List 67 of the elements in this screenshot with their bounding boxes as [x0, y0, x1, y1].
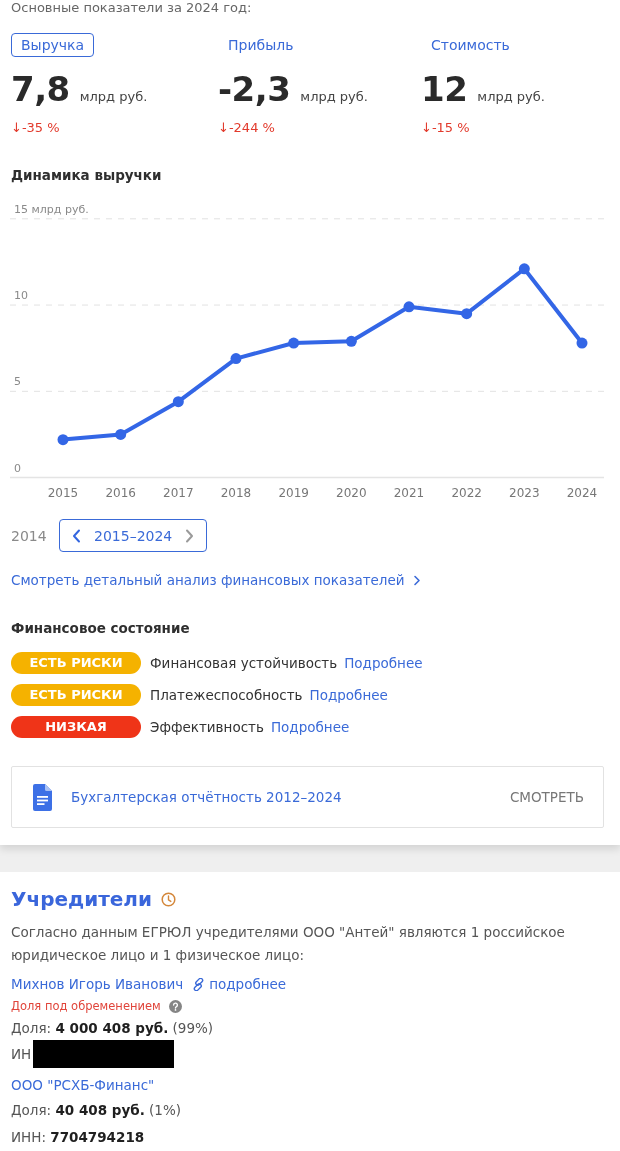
metric-unit: млрд руб.: [79, 89, 148, 104]
details-link[interactable]: Подробнее: [344, 655, 423, 671]
chart-title: Динамика выручки: [11, 167, 163, 183]
document-icon: [33, 783, 52, 811]
clock-icon: [161, 891, 176, 907]
period-option[interactable]: 2014: [11, 527, 59, 544]
axis-label: 2020: [336, 486, 367, 500]
status-badge: НИЗКАЯ: [11, 716, 141, 738]
inn-text: ИН: [11, 1046, 32, 1062]
status-badge: ЕСТЬ РИСКИ: [11, 684, 141, 706]
metric-change: ↓-35 %: [11, 119, 61, 137]
section-heading: Финансовое состояние: [11, 619, 191, 637]
metric-value: 7,8: [11, 69, 70, 109]
data-point: [172, 396, 184, 408]
view-button[interactable]: СМОТРЕТЬ: [509, 789, 584, 805]
encumbrance-note: Доля под обременением: [11, 999, 161, 1013]
axis-label: 2019: [278, 486, 309, 500]
data-point: [115, 428, 127, 440]
details-link[interactable]: Подробнее: [309, 687, 388, 703]
axis-label: 2016: [105, 486, 136, 500]
metric-tab[interactable]: Выручка: [11, 33, 95, 57]
details-link[interactable]: Подробнее: [270, 719, 350, 735]
axis-label: 2023: [509, 486, 540, 500]
link-icon[interactable]: [192, 977, 206, 991]
data-point: [230, 353, 242, 365]
data-point: [461, 308, 473, 320]
report-link[interactable]: Бухгалтерская отчётность 2012–2024: [71, 789, 342, 805]
metric-unit: млрд руб.: [477, 89, 545, 104]
axis-label: 5: [14, 375, 21, 389]
indicator-name: Эффективность: [150, 719, 264, 735]
founders-description: Согласно данным ЕГРЮЛ учредителями ООО "Антей" являются 1 российское юридическое лицо и 1 физическое лицо:: [11, 923, 566, 965]
axis-label: 2021: [393, 486, 425, 500]
axis-label: 2022: [451, 486, 482, 500]
detail-link[interactable]: Смотреть детальный анализ финансовых показателей: [11, 572, 405, 588]
data-point: [57, 434, 69, 446]
more-link[interactable]: подробнее: [209, 976, 287, 992]
share-text: Доля: 4 000 408 руб. (99%): [11, 1019, 215, 1038]
data-point: [403, 301, 415, 313]
axis-label: 2018: [220, 486, 252, 500]
metric-unit: млрд руб.: [300, 89, 368, 104]
axis-label: 15 млрд руб.: [14, 202, 89, 216]
data-point: [518, 263, 530, 275]
section-title: Учредители: [11, 886, 152, 912]
section-heading: Основные показатели за 2024 год:: [11, 0, 253, 16]
chevron-left-icon[interactable]: [72, 528, 81, 543]
axis-label: 2015: [47, 486, 79, 500]
status-badge: ЕСТЬ РИСКИ: [11, 652, 141, 674]
metric-value: 12: [421, 69, 468, 109]
data-point: [345, 335, 357, 347]
metric-change: ↓-15 %: [421, 119, 471, 137]
data-point: [288, 337, 300, 349]
indicator-name: Платежеспособность: [150, 687, 303, 703]
axis-label: 2024: [566, 486, 598, 500]
metric-change: ↓-244 %: [218, 119, 276, 137]
chevron-right-icon[interactable]: [412, 574, 421, 586]
data-point: [576, 337, 588, 349]
metric-value: -2,3: [218, 69, 291, 109]
axis-label: 2017: [163, 486, 194, 500]
inn-text: ИНН: 7704794218: [11, 1128, 145, 1145]
help-icon[interactable]: [168, 999, 182, 1013]
period-label: 2015–2024: [94, 527, 173, 544]
founder-link[interactable]: Михнов Игорь Иванович: [11, 976, 184, 992]
founder-link[interactable]: ООО "РСХБ-Финанс": [11, 1077, 155, 1093]
share-text: Доля: 40 408 руб. (1%): [11, 1101, 183, 1120]
indicator-name: Финансовая устойчивость: [150, 655, 338, 671]
axis-label: 0: [14, 461, 21, 475]
axis-label: 10: [14, 289, 28, 303]
